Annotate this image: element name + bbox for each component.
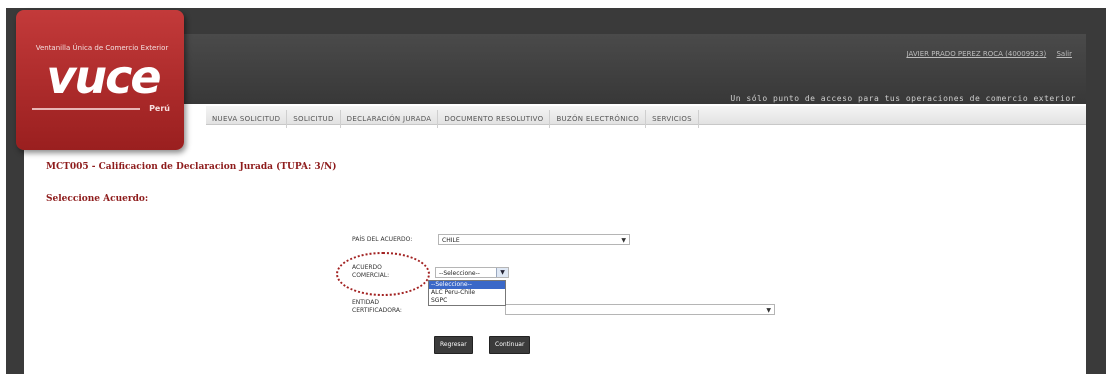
chevron-down-icon[interactable]: ▼ xyxy=(496,268,508,277)
nav-item-documento-resolutivo[interactable]: DOCUMENTO RESOLUTIVO xyxy=(438,110,551,128)
user-name-link[interactable]: JAVIER PRADO PEREZ ROCA (40009923) xyxy=(907,50,1047,58)
acuerdo-select[interactable]: --Seleccione-- ▼ xyxy=(435,267,509,278)
page-title: MCT005 - Calificacion de Declaracion Jur… xyxy=(46,162,337,172)
nav-item-servicios[interactable]: SERVICIOS xyxy=(646,110,699,128)
user-links: JAVIER PRADO PEREZ ROCA (40009923) Salir xyxy=(899,50,1072,58)
vuce-logo[interactable]: Ventanilla Única de Comercio Exterior vu… xyxy=(16,10,184,150)
header-slogan: Un sólo punto de acceso para tus operaci… xyxy=(730,94,1076,103)
section-title: Seleccione Acuerdo: xyxy=(46,194,149,204)
browser-frame: JAVIER PRADO PEREZ ROCA (40009923) Salir… xyxy=(6,8,1106,374)
dropdown-option[interactable]: ALC Peru-Chile xyxy=(429,289,505,297)
entidad-select[interactable]: ▼ xyxy=(505,304,775,315)
main-nav: NUEVA SOLICITUD SOLICITUD DECLARACIÓN JURA… xyxy=(206,106,1086,128)
chevron-down-icon: ▼ xyxy=(621,237,626,244)
dropdown-option[interactable]: --Seleccione-- xyxy=(429,281,505,289)
logo-country: Perú xyxy=(149,104,170,113)
dropdown-option[interactable]: SGPC xyxy=(429,297,505,305)
nav-item-solicitud[interactable]: SOLICITUD xyxy=(287,110,341,128)
entidad-label: ENTIDAD CERTIFICADORA: xyxy=(352,299,402,315)
chevron-down-icon: ▼ xyxy=(766,307,771,314)
logo-divider xyxy=(32,108,140,110)
acuerdo-select-value: --Seleccione-- xyxy=(439,270,480,277)
entidad-label-line1: ENTIDAD xyxy=(352,299,379,306)
pais-select[interactable]: CHILE ▼ xyxy=(438,234,630,245)
nav-item-declaracion-jurada[interactable]: DECLARACIÓN JURADA xyxy=(341,110,439,128)
pais-select-value: CHILE xyxy=(442,237,460,244)
acuerdo-dropdown-list: --Seleccione-- ALC Peru-Chile SGPC xyxy=(428,280,506,306)
logout-link[interactable]: Salir xyxy=(1056,50,1072,58)
regresar-button[interactable]: Regresar xyxy=(434,336,473,354)
continuar-button[interactable]: Continuar xyxy=(489,336,531,354)
pais-label: PAÍS DEL ACUERDO: xyxy=(352,236,413,243)
entidad-label-line2: CERTIFICADORA: xyxy=(352,307,402,314)
nav-item-buzon-electronico[interactable]: BUZÓN ELECTRÓNICO xyxy=(550,110,647,128)
highlight-circle xyxy=(336,252,430,296)
nav-item-nueva-solicitud[interactable]: NUEVA SOLICITUD xyxy=(206,110,288,128)
logo-word: vuce xyxy=(46,50,161,104)
